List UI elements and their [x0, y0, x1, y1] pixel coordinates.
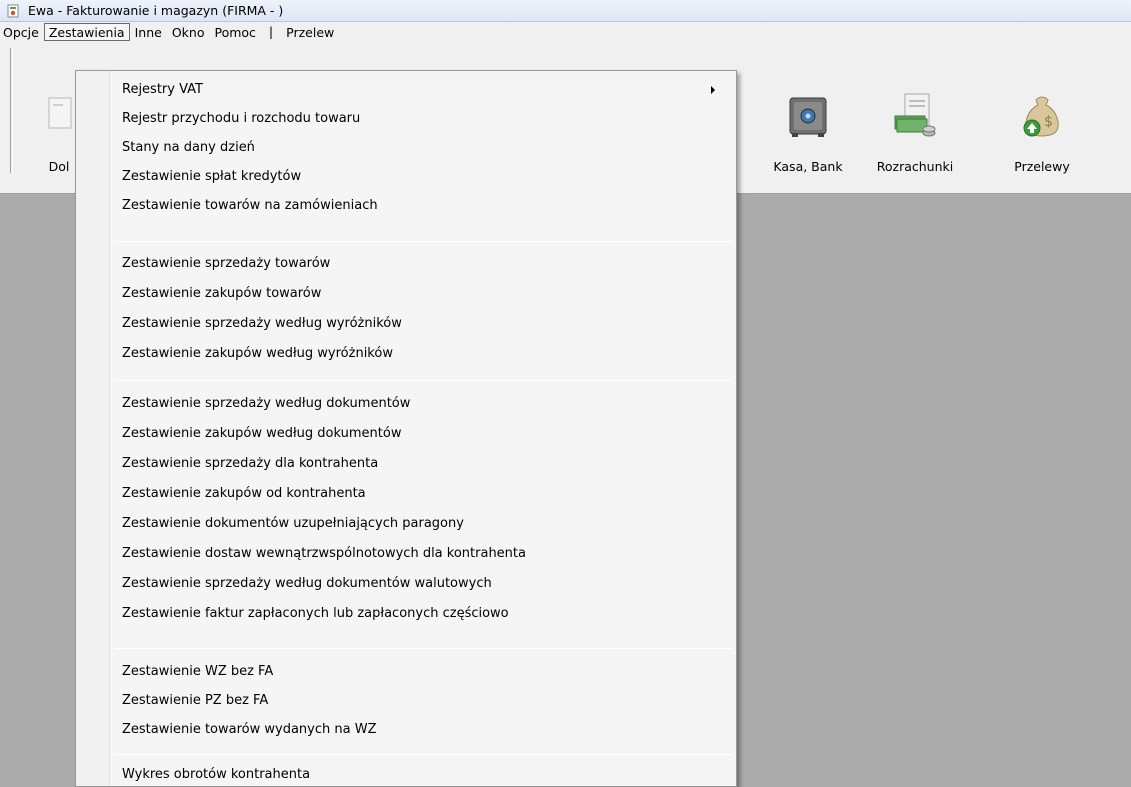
toolbar-button-rozrachunki[interactable]: Rozrachunki [870, 52, 960, 182]
menu-separator [114, 380, 732, 381]
menu-item-dostaw-wewnatrzwspolnotowych[interactable]: Zestawienie dostaw wewnątrzwspólnotowych… [122, 541, 526, 567]
money-document-icon [891, 92, 939, 140]
menu-bar: Opcje Zestawienia Inne Okno Pomoc | Prze… [0, 22, 1131, 42]
menu-item-rejestry-vat[interactable]: Rejestry VAT [122, 77, 203, 103]
menu-opcje[interactable]: Opcje [0, 23, 44, 41]
menu-pomoc[interactable]: Pomoc [209, 23, 260, 41]
menu-separator [114, 241, 732, 242]
menu-item-pz-bez-fa[interactable]: Zestawienie PZ bez FA [122, 688, 268, 714]
menu-przelew[interactable]: Przelew [281, 23, 339, 41]
menu-item-splat-kredytow[interactable]: Zestawienie spłat kredytów [122, 164, 301, 190]
menu-item-towarow-wydanych-wz[interactable]: Zestawienie towarów wydanych na WZ [122, 717, 376, 743]
menu-zestawienia[interactable]: Zestawienia [43, 23, 130, 41]
toolbar-grip[interactable] [10, 48, 13, 173]
menu-item-wz-bez-fa[interactable]: Zestawienie WZ bez FA [122, 659, 273, 685]
menu-gutter [76, 71, 110, 786]
toolbar-button-przelewy[interactable]: $ Przelewy [997, 52, 1087, 182]
money-bag-icon: $ [1018, 92, 1066, 140]
toolbar-label-przelewy: Przelewy [1014, 159, 1070, 174]
title-bar: Ewa - Fakturowanie i magazyn (FIRMA - ) [0, 0, 1131, 22]
menu-separator [114, 754, 732, 755]
menu-item-rejestr-przychodu[interactable]: Rejestr przychodu i rozchodu towaru [122, 106, 360, 132]
safe-icon [784, 92, 832, 140]
menu-item-zakupow-towarow[interactable]: Zestawienie zakupów towarów [122, 281, 321, 307]
svg-text:$: $ [1044, 114, 1053, 130]
menu-inne[interactable]: Inne [130, 23, 167, 41]
app-icon [6, 4, 20, 18]
menu-item-sprzedazy-dokumenty[interactable]: Zestawienie sprzedaży według dokumentów [122, 391, 410, 417]
menu-item-faktur-zaplaconych[interactable]: Zestawienie faktur zapłaconych lub zapła… [122, 601, 509, 627]
toolbar-button-kasa-bank[interactable]: Kasa, Bank [763, 52, 853, 182]
menu-item-wykres-obrotow[interactable]: Wykres obrotów kontrahenta [122, 762, 310, 786]
window-title: Ewa - Fakturowanie i magazyn (FIRMA - ) [28, 3, 284, 18]
submenu-arrow-icon [711, 86, 715, 94]
menu-item-towarow-na-zamowieniach[interactable]: Zestawienie towarów na zamówieniach [122, 193, 378, 219]
menu-item-stany-na-dzien[interactable]: Stany na dany dzień [122, 135, 255, 161]
toolbar-label-kasa-bank: Kasa, Bank [773, 159, 843, 174]
menu-item-dokumentow-paragony[interactable]: Zestawienie dokumentów uzupełniających p… [122, 511, 464, 537]
toolbar-label-rozrachunki: Rozrachunki [876, 159, 954, 174]
menu-item-sprzedazy-towarow[interactable]: Zestawienie sprzedaży towarów [122, 251, 330, 277]
menu-item-zakupow-kontrahent[interactable]: Zestawienie zakupów od kontrahenta [122, 481, 366, 507]
menu-item-sprzedazy-walutowe[interactable]: Zestawienie sprzedaży według dokumentów … [122, 571, 492, 597]
menu-separator: | [268, 24, 274, 39]
menu-item-zakupow-wyrozniki[interactable]: Zestawienie zakupów według wyróżników [122, 341, 393, 367]
menu-item-zakupow-dokumenty[interactable]: Zestawienie zakupów według dokumentów [122, 421, 401, 447]
menu-okno[interactable]: Okno [167, 23, 210, 41]
menu-item-sprzedazy-kontrahent[interactable]: Zestawienie sprzedaży dla kontrahenta [122, 451, 378, 477]
menu-item-sprzedazy-wyrozniki[interactable]: Zestawienie sprzedaży według wyróżników [122, 311, 402, 337]
menu-separator [114, 648, 732, 649]
zestawienia-dropdown-menu: Rejestry VAT Rejestr przychodu i rozchod… [75, 70, 737, 787]
